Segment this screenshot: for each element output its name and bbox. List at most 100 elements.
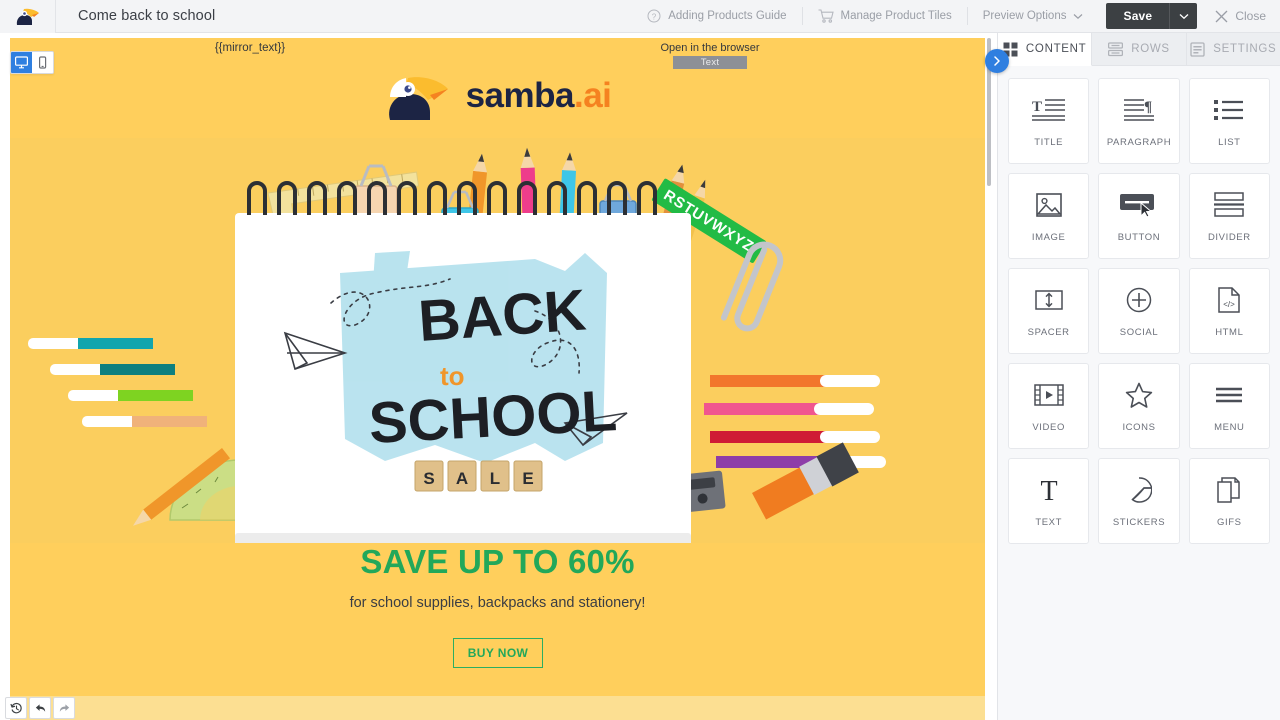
block-title-label: TITLE — [1034, 136, 1064, 148]
block-text[interactable]: T TEXT — [1008, 458, 1090, 544]
block-video[interactable]: VIDEO — [1008, 363, 1090, 449]
block-divider-label: DIVIDER — [1207, 231, 1251, 243]
block-button[interactable]: BUTTON — [1098, 173, 1180, 259]
block-spacer-label: SPACER — [1027, 326, 1070, 338]
svg-text:SCHOOL: SCHOOL — [367, 378, 618, 456]
history-button[interactable] — [5, 697, 27, 719]
block-image-label: IMAGE — [1031, 231, 1066, 243]
mobile-phone-icon — [38, 56, 47, 69]
hero-image[interactable]: RSTUVWXYZ BACK to SCHOOL S A L E — [10, 138, 985, 543]
undo-button[interactable] — [29, 697, 51, 719]
history-clock-icon — [9, 702, 22, 713]
block-paragraph[interactable]: ¶ PARAGRAPH — [1098, 78, 1180, 164]
app-logo[interactable] — [0, 0, 56, 33]
mirror-text-placeholder[interactable]: {{mirror_text}} — [150, 42, 350, 54]
svg-text:?: ? — [652, 12, 657, 21]
email-page[interactable]: {{mirror_text}} Open in the browser Text… — [10, 38, 985, 720]
block-gifs-label: GIFS — [1217, 516, 1242, 528]
gif-pages-icon — [1217, 475, 1241, 505]
canvas-scrollbar[interactable] — [985, 33, 993, 720]
brand-header[interactable]: samba.ai — [10, 70, 985, 122]
chevron-down-icon — [1073, 13, 1083, 20]
settings-panel-icon — [1190, 41, 1205, 57]
open-in-browser-link[interactable]: Open in the browser — [610, 42, 810, 54]
button-icon — [1119, 190, 1159, 220]
block-icons[interactable]: ICONS — [1098, 363, 1180, 449]
close-x-icon — [1215, 10, 1228, 23]
save-button-group: Save — [1106, 3, 1198, 29]
block-menu[interactable]: MENU — [1188, 363, 1270, 449]
undo-arrow-icon — [35, 703, 45, 712]
promo-subtitle[interactable]: for school supplies, backpacks and stati… — [10, 595, 985, 611]
toolbar-actions: ? Adding Products Guide Manage Product T… — [632, 0, 1280, 33]
text-t-icon: T — [1035, 475, 1063, 505]
tab-rows-label: ROWS — [1131, 43, 1170, 55]
block-stickers-label: STICKERS — [1112, 516, 1166, 528]
block-divider[interactable]: DIVIDER — [1188, 173, 1270, 259]
svg-text:¶: ¶ — [1144, 99, 1152, 115]
preview-options-button[interactable]: Preview Options — [968, 0, 1099, 33]
promo-heading[interactable]: SAVE UP TO 60% — [10, 543, 985, 581]
rows-icon — [1108, 41, 1124, 56]
desktop-view-button[interactable] — [11, 52, 32, 73]
text-block-badge: Text — [673, 56, 747, 69]
tab-content[interactable]: CONTENT — [998, 33, 1093, 66]
device-view-toggle — [10, 51, 54, 74]
svg-text:T: T — [1040, 476, 1057, 504]
block-social[interactable]: SOCIAL — [1098, 268, 1180, 354]
spacer-icon — [1034, 285, 1063, 315]
block-social-label: SOCIAL — [1119, 326, 1159, 338]
content-panel: CONTENT ROWS SETTINGS T TITLE ¶ PARAGRAP… — [997, 33, 1280, 720]
block-spacer[interactable]: SPACER — [1008, 268, 1090, 354]
save-button[interactable]: Save — [1106, 3, 1170, 29]
back-to-school-photo: RSTUVWXYZ BACK to SCHOOL S A L E — [10, 138, 985, 543]
panel-collapse-button[interactable] — [985, 49, 1009, 73]
block-button-label: BUTTON — [1117, 231, 1161, 243]
brand-wordmark: samba.ai — [466, 76, 612, 116]
toucan-logo-icon — [16, 8, 39, 25]
block-html[interactable]: </> HTML — [1188, 268, 1270, 354]
brand-suffix-text: .ai — [573, 76, 612, 115]
shopping-cart-icon — [818, 9, 834, 23]
block-gifs[interactable]: GIFS — [1188, 458, 1270, 544]
svg-text:L: L — [490, 469, 500, 488]
block-text-label: TEXT — [1035, 516, 1062, 528]
video-film-icon — [1033, 380, 1064, 410]
save-dropdown-button[interactable] — [1169, 3, 1198, 29]
block-title[interactable]: T TITLE — [1008, 78, 1090, 164]
mobile-view-button[interactable] — [32, 52, 53, 73]
sticker-icon — [1126, 475, 1152, 505]
preview-options-label: Preview Options — [982, 10, 1067, 22]
close-button[interactable]: Close — [1197, 9, 1280, 23]
redo-button[interactable] — [53, 697, 75, 719]
question-circle-icon: ? — [647, 9, 661, 23]
block-stickers[interactable]: STICKERS — [1098, 458, 1180, 544]
page-title: Come back to school — [78, 8, 216, 24]
html-code-icon: </> — [1218, 285, 1241, 315]
adding-products-guide-button[interactable]: ? Adding Products Guide — [632, 0, 801, 33]
tab-rows[interactable]: ROWS — [1092, 33, 1187, 66]
svg-text:T: T — [1032, 99, 1042, 115]
desktop-monitor-icon — [15, 56, 28, 69]
svg-text:A: A — [456, 469, 468, 488]
block-paragraph-label: PARAGRAPH — [1106, 136, 1172, 148]
adding-products-guide-label: Adding Products Guide — [668, 10, 787, 22]
manage-product-tiles-button[interactable]: Manage Product Tiles — [803, 0, 967, 33]
svg-text:E: E — [522, 469, 533, 488]
footer-band — [10, 696, 985, 720]
chevron-right-icon — [994, 56, 1000, 66]
menu-hamburger-icon — [1215, 380, 1243, 410]
brand-name-text: samba — [465, 76, 575, 115]
block-video-label: VIDEO — [1032, 421, 1065, 433]
block-image[interactable]: IMAGE — [1008, 173, 1090, 259]
image-icon — [1035, 190, 1062, 220]
buy-now-button[interactable]: BUY NOW — [453, 638, 543, 668]
panel-tabs: CONTENT ROWS SETTINGS — [998, 33, 1280, 66]
block-list-label: LIST — [1218, 136, 1241, 148]
block-list[interactable]: LIST — [1188, 78, 1270, 164]
title-icon: T — [1031, 95, 1066, 125]
tab-settings[interactable]: SETTINGS — [1186, 33, 1280, 66]
close-label: Close — [1235, 9, 1266, 23]
tab-settings-label: SETTINGS — [1213, 43, 1277, 55]
tab-content-label: CONTENT — [1025, 43, 1087, 55]
